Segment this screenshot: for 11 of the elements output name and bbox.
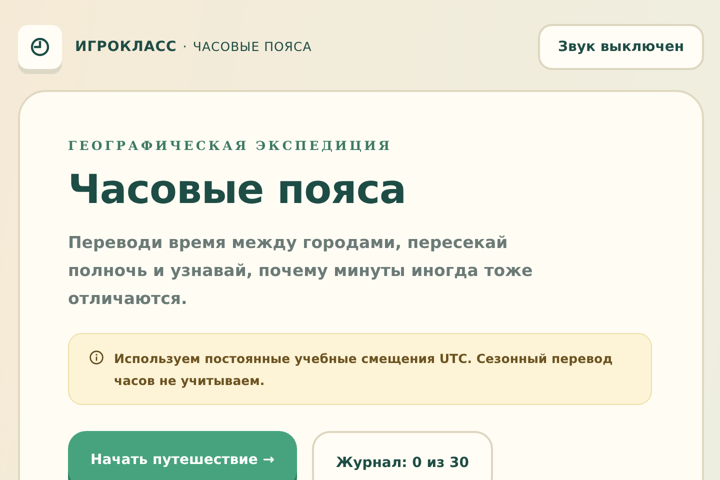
section-name: ЧАСОВЫЕ ПОЯСА: [192, 39, 312, 54]
clock-icon: [30, 37, 50, 57]
separator: ·: [182, 40, 187, 55]
notice-text: Используем постоянные учебные смещения UTC. Сезонный перевод часов не учитываем.: [114, 350, 614, 390]
brand-name: ИГРОКЛАСС: [75, 39, 177, 55]
journal-button[interactable]: Журнал: 0 из 30: [312, 431, 493, 480]
page-title: Часовые пояса: [68, 167, 408, 213]
info-icon: [89, 350, 104, 365]
eyebrow: ГЕОГРАФИЧЕСКАЯ ЭКСПЕДИЦИЯ: [68, 138, 394, 153]
description: Переводи время между городами, пересекай полночь и узнавай, почему минуты иногда тоже отличаются.: [68, 232, 534, 310]
sound-button[interactable]: Звук выключен: [538, 24, 704, 70]
